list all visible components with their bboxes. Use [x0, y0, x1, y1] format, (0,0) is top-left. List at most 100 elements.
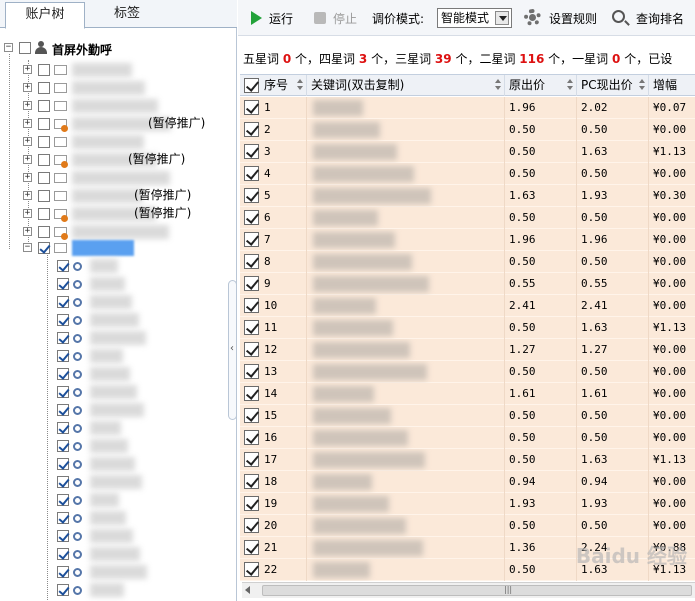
tree-campaign-node[interactable]: + [0, 224, 236, 240]
unit-checkbox[interactable] [57, 332, 69, 344]
unit-checkbox[interactable] [57, 440, 69, 452]
unit-checkbox[interactable] [57, 314, 69, 326]
tree-unit-node[interactable] [0, 276, 236, 292]
tree-campaign-node[interactable]: + [0, 62, 236, 78]
tree-unit-node[interactable] [0, 492, 236, 508]
row-checkbox[interactable] [244, 232, 259, 247]
cell-keyword[interactable] [307, 493, 505, 515]
expand-icon[interactable]: + [23, 191, 32, 200]
table-row[interactable]: 18 0.94 0.94 ¥0.00 [240, 471, 695, 493]
header-increase[interactable]: 增幅 [649, 75, 695, 96]
tree-unit-node[interactable] [0, 312, 236, 328]
expand-icon[interactable]: + [23, 101, 32, 110]
stop-button[interactable]: 停止 [333, 10, 357, 28]
cell-keyword[interactable] [307, 471, 505, 493]
tree-campaign-node[interactable]: + [0, 170, 236, 186]
select-all-checkbox[interactable] [244, 78, 259, 93]
cell-keyword[interactable] [307, 273, 505, 295]
table-row[interactable]: 9 0.55 0.55 ¥0.00 [240, 273, 695, 295]
tree-campaign-node[interactable]: + [0, 188, 236, 204]
unit-checkbox[interactable] [57, 548, 69, 560]
unit-checkbox[interactable] [57, 278, 69, 290]
expand-icon[interactable]: + [23, 227, 32, 236]
tree-campaign-node[interactable]: + [0, 98, 236, 114]
table-row[interactable]: 14 1.61 1.61 ¥0.00 [240, 383, 695, 405]
row-checkbox[interactable] [244, 364, 259, 379]
campaign-checkbox[interactable] [38, 82, 50, 94]
bid-mode-select[interactable]: 智能模式 [437, 8, 512, 28]
campaign-checkbox[interactable] [38, 226, 50, 238]
tree-campaign-node[interactable]: + [0, 152, 236, 168]
row-checkbox[interactable] [244, 562, 259, 577]
row-checkbox[interactable] [244, 122, 259, 137]
tree-unit-node[interactable] [0, 456, 236, 472]
expand-icon[interactable]: + [23, 137, 32, 146]
table-row[interactable]: 10 2.41 2.41 ¥0.00 [240, 295, 695, 317]
expand-icon[interactable]: + [23, 173, 32, 182]
tree-campaign-node[interactable]: + [0, 134, 236, 150]
cell-keyword[interactable] [307, 361, 505, 383]
table-row[interactable]: 5 1.63 1.93 ¥0.30 [240, 185, 695, 207]
row-checkbox[interactable] [244, 188, 259, 203]
campaign-checkbox[interactable] [38, 136, 50, 148]
cell-keyword[interactable] [307, 163, 505, 185]
cell-keyword[interactable] [307, 207, 505, 229]
scroll-left-icon[interactable] [245, 586, 250, 594]
table-row[interactable]: 7 1.96 1.96 ¥0.00 [240, 229, 695, 251]
chevron-down-icon[interactable] [495, 11, 509, 25]
table-row[interactable]: 13 0.50 0.50 ¥0.00 [240, 361, 695, 383]
table-row[interactable]: 12 1.27 1.27 ¥0.00 [240, 339, 695, 361]
cell-keyword[interactable] [307, 185, 505, 207]
header-keyword[interactable]: 关键词(双击复制) [307, 75, 505, 96]
unit-checkbox[interactable] [57, 350, 69, 362]
table-row[interactable]: 4 0.50 0.50 ¥0.00 [240, 163, 695, 185]
table-row[interactable]: 8 0.50 0.50 ¥0.00 [240, 251, 695, 273]
tree-campaign-node-expanded[interactable]: − [0, 240, 236, 256]
unit-checkbox[interactable] [57, 566, 69, 578]
campaign-checkbox[interactable] [38, 154, 50, 166]
panel-splitter[interactable]: ‹ [228, 280, 237, 420]
campaign-checkbox[interactable] [38, 190, 50, 202]
tree-unit-node[interactable] [0, 546, 236, 562]
table-row[interactable]: 16 0.50 0.50 ¥0.00 [240, 427, 695, 449]
tree-unit-node[interactable] [0, 402, 236, 418]
cell-keyword[interactable] [307, 119, 505, 141]
campaign-checkbox[interactable] [38, 100, 50, 112]
collapse-icon[interactable]: − [23, 243, 32, 252]
unit-checkbox[interactable] [57, 296, 69, 308]
row-checkbox[interactable] [244, 166, 259, 181]
expand-icon[interactable]: + [23, 209, 32, 218]
row-checkbox[interactable] [244, 276, 259, 291]
scroll-thumb[interactable] [262, 585, 692, 596]
table-row[interactable]: 3 0.50 1.63 ¥1.13 [240, 141, 695, 163]
row-checkbox[interactable] [244, 518, 259, 533]
cell-keyword[interactable] [307, 339, 505, 361]
tree-campaign-node[interactable]: + [0, 80, 236, 96]
campaign-checkbox[interactable] [38, 64, 50, 76]
cell-keyword[interactable] [307, 317, 505, 339]
table-row[interactable]: 17 0.50 1.63 ¥1.13 [240, 449, 695, 471]
play-icon[interactable] [251, 11, 262, 25]
horizontal-scrollbar[interactable]: ||| [242, 582, 695, 598]
tree-root[interactable]: − 首屏外勤呼 [0, 40, 236, 57]
row-checkbox[interactable] [244, 474, 259, 489]
unit-checkbox[interactable] [57, 422, 69, 434]
unit-checkbox[interactable] [57, 584, 69, 596]
row-checkbox[interactable] [244, 496, 259, 511]
table-row[interactable]: 11 0.50 1.63 ¥1.13 [240, 317, 695, 339]
table-row[interactable]: 2 0.50 0.50 ¥0.00 [240, 119, 695, 141]
expand-icon[interactable]: + [23, 155, 32, 164]
header-pc-bid[interactable]: PC现出价 [577, 75, 649, 96]
expand-icon[interactable]: + [23, 119, 32, 128]
cell-keyword[interactable] [307, 537, 505, 559]
table-row[interactable]: 15 0.50 0.50 ¥0.00 [240, 405, 695, 427]
row-checkbox[interactable] [244, 452, 259, 467]
tree-unit-node[interactable] [0, 510, 236, 526]
unit-checkbox[interactable] [57, 404, 69, 416]
unit-checkbox[interactable] [57, 512, 69, 524]
row-checkbox[interactable] [244, 342, 259, 357]
unit-checkbox[interactable] [57, 368, 69, 380]
unit-checkbox[interactable] [57, 458, 69, 470]
tree-unit-node[interactable] [0, 330, 236, 346]
cell-keyword[interactable] [307, 449, 505, 471]
